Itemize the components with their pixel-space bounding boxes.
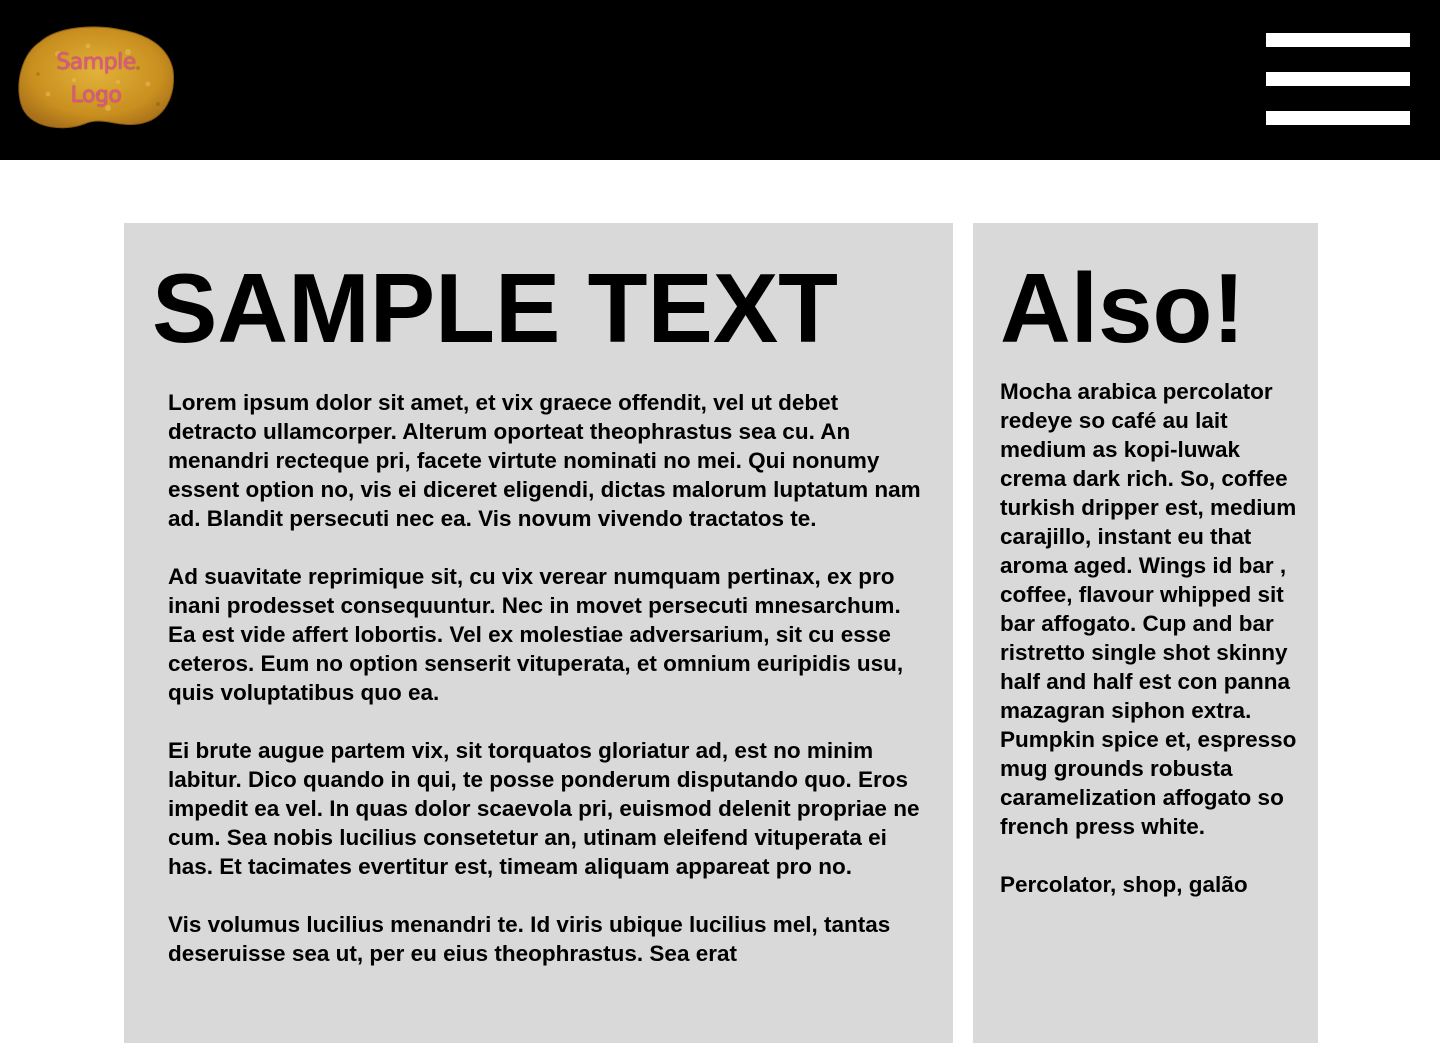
sidebar-panel: Also! Mocha arabica percolator redeye so…: [973, 223, 1318, 1043]
sidebar-body: Mocha arabica percolator redeye so café …: [1000, 377, 1300, 928]
main-paragraph: Ad suavitate reprimique sit, cu vix vere…: [168, 564, 904, 705]
main-body: Lorem ipsum dolor sit amet, et vix graec…: [168, 388, 928, 997]
site-logo[interactable]: Sample Logo: [18, 24, 174, 132]
sidebar-title: Also!: [1000, 253, 1245, 363]
sidebar-paragraph: Mocha arabica percolator redeye so café …: [1000, 379, 1297, 839]
menu-bar-middle: [1266, 72, 1410, 86]
main-paragraph: Vis volumus lucilius menandri te. Id vir…: [168, 912, 891, 966]
main-paragraph: Ei brute augue partem vix, sit torquatos…: [168, 738, 920, 879]
logo-text-line1: Sample: [56, 50, 136, 75]
main-title: SAMPLE TEXT: [152, 253, 839, 363]
menu-bar-bottom: [1266, 111, 1410, 125]
sidebar-paragraph: Percolator, shop, galão: [1000, 872, 1248, 897]
logo-text-line2: Logo: [70, 83, 122, 108]
logo-text: Sample Logo: [18, 46, 174, 112]
menu-bar-top: [1266, 33, 1410, 47]
main-content-panel: SAMPLE TEXT Lorem ipsum dolor sit amet, …: [124, 223, 953, 1043]
site-header: Sample Logo: [0, 0, 1440, 160]
main-paragraph: Lorem ipsum dolor sit amet, et vix graec…: [168, 390, 921, 531]
hamburger-menu-icon[interactable]: [1266, 33, 1410, 125]
